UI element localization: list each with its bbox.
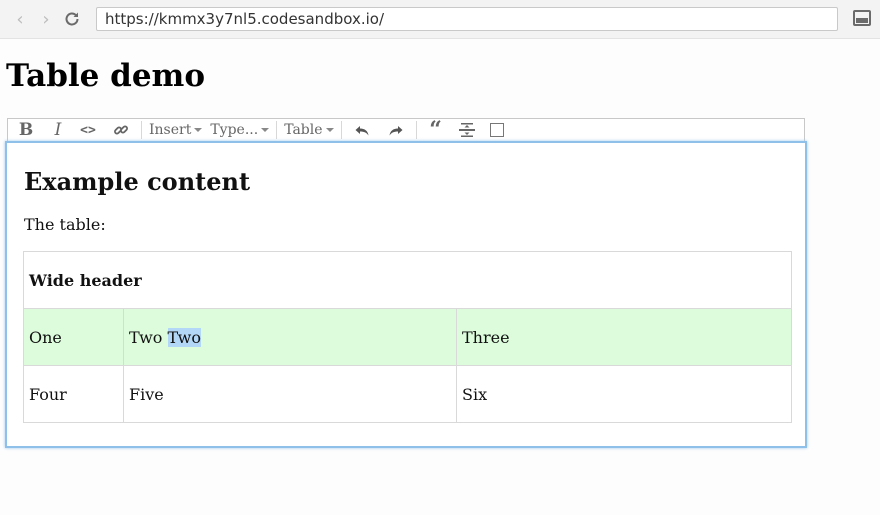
browser-toolbar: ‹ › https://kmmx3y7nl5.codesandbox.io/: [0, 0, 880, 39]
code-button[interactable]: <>: [72, 119, 104, 141]
cell-text: Two: [129, 327, 168, 347]
italic-button[interactable]: I: [44, 119, 72, 141]
table-dropdown[interactable]: Table: [280, 119, 337, 141]
insert-dropdown-label: Insert: [149, 122, 192, 138]
menu-separator: [276, 121, 278, 139]
table-cell[interactable]: One: [23, 308, 124, 366]
table-cell[interactable]: Four: [23, 365, 124, 423]
menu-separator: [415, 121, 417, 139]
chevron-down-icon: [194, 128, 203, 132]
chevron-down-icon: [261, 128, 270, 132]
cast-icon[interactable]: [853, 10, 871, 26]
table-header-cell[interactable]: Wide header: [22, 251, 793, 309]
table-dropdown-label: Table: [284, 122, 323, 138]
redo-icon[interactable]: [379, 119, 413, 141]
type-dropdown-label: Type...: [210, 122, 259, 138]
bold-button[interactable]: B: [8, 119, 44, 141]
table-cell[interactable]: Two Two: [123, 308, 457, 366]
table-cell[interactable]: Six: [455, 365, 793, 423]
blockquote-button[interactable]: “: [420, 119, 452, 141]
back-arrow-icon[interactable]: ‹: [10, 9, 30, 30]
page-title: Table demo: [6, 58, 206, 94]
editor-menubar: B I <> Insert Type... Table “: [7, 118, 805, 142]
select-parent-node-icon[interactable]: [482, 119, 512, 141]
link-icon[interactable]: [104, 119, 138, 141]
undo-icon[interactable]: [345, 119, 379, 141]
chevron-down-icon: [325, 128, 334, 132]
insert-dropdown[interactable]: Insert: [145, 119, 206, 141]
content-table[interactable]: Wide header One Two Two Three Four Five …: [22, 251, 793, 423]
table-cell[interactable]: Three: [455, 308, 793, 366]
type-dropdown[interactable]: Type...: [206, 119, 273, 141]
table-row: Four Five Six: [23, 365, 793, 423]
table-row: Wide header: [22, 251, 793, 309]
select-parent-node-shape: [489, 123, 504, 137]
table-row: One Two Two Three: [23, 308, 793, 366]
editor-content[interactable]: Example content The table: Wide header O…: [5, 141, 807, 448]
menu-separator: [340, 121, 342, 139]
selected-text: Two: [167, 327, 201, 347]
forward-arrow-icon[interactable]: ›: [36, 9, 56, 30]
content-paragraph: The table:: [24, 215, 106, 234]
horizontal-rule-icon[interactable]: [452, 119, 482, 141]
menu-separator: [141, 121, 142, 139]
reload-icon[interactable]: [62, 9, 82, 29]
address-bar[interactable]: https://kmmx3y7nl5.codesandbox.io/: [96, 7, 838, 31]
content-heading: Example content: [24, 167, 251, 196]
table-cell[interactable]: Five: [123, 365, 457, 423]
